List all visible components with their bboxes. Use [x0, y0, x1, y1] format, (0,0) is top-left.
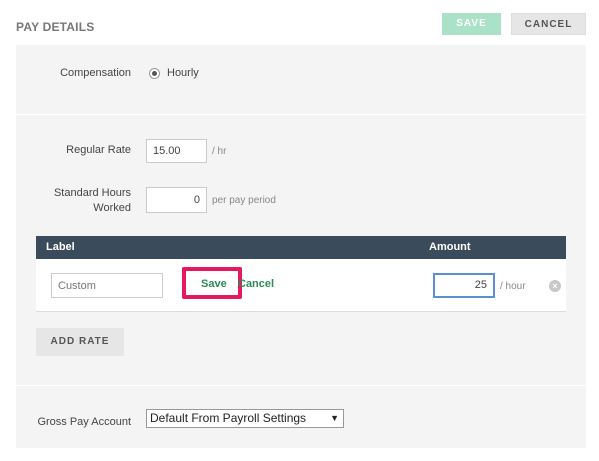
hourly-radio-label[interactable]: Hourly [167, 67, 199, 79]
standard-hours-label: Standard Hours Worked [30, 186, 131, 216]
gross-pay-selected-value: Default From Payroll Settings [150, 411, 307, 425]
regular-rate-input[interactable]: 15.00 [146, 139, 207, 163]
amount-unit: / hour [500, 281, 526, 292]
gross-pay-select[interactable]: Default From Payroll Settings ▼ [146, 409, 344, 428]
close-circle-icon[interactable]: × [549, 280, 561, 292]
standard-hours-input[interactable]: 0 [146, 187, 207, 213]
standard-hours-unit: per pay period [212, 195, 276, 206]
row-cancel-link[interactable]: Cancel [238, 278, 274, 290]
chevron-down-icon: ▼ [330, 413, 339, 423]
gross-pay-label: Gross Pay Account [37, 416, 131, 428]
rate-label-input[interactable] [51, 273, 163, 298]
hourly-radio[interactable] [149, 68, 160, 79]
add-rate-button[interactable]: ADD RATE [36, 328, 124, 356]
standard-hours-label-line1: Standard Hours [53, 187, 131, 199]
column-header-label: Label [46, 241, 75, 253]
compensation-panel [16, 45, 586, 114]
compensation-label: Compensation [60, 67, 131, 79]
regular-rate-label: Regular Rate [66, 144, 131, 156]
cancel-button[interactable]: CANCEL [511, 13, 586, 35]
standard-hours-label-line2: Worked [93, 202, 131, 214]
save-button[interactable]: SAVE [442, 13, 501, 35]
amount-input[interactable]: 25 [433, 273, 495, 298]
page-title: PAY DETAILS [16, 20, 95, 34]
rate-table-header: Label Amount [36, 236, 566, 259]
column-header-amount: Amount [429, 241, 471, 253]
row-save-link[interactable]: Save [201, 278, 227, 290]
regular-rate-unit: / hr [212, 146, 227, 157]
